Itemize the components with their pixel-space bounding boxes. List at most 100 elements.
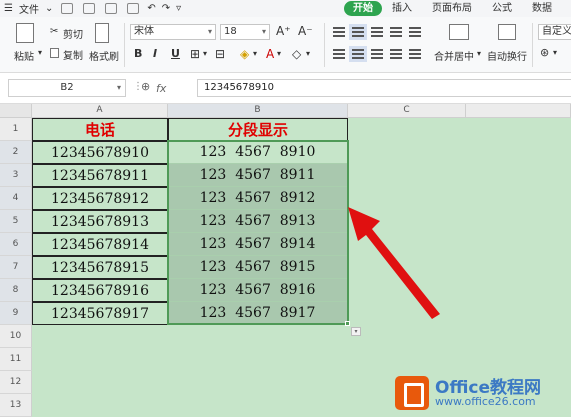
cell-b3[interactable]: 123 4567 8911 (168, 164, 348, 187)
copy-icon[interactable] (50, 48, 59, 58)
cell-b4[interactable]: 123 4567 8912 (168, 187, 348, 210)
merge-center-button[interactable]: 合并居中 (434, 48, 474, 63)
zoom-icon[interactable]: ⊕ (141, 80, 150, 93)
bold-button[interactable]: B (134, 47, 142, 60)
cell-a5[interactable]: 12345678913 (32, 210, 168, 233)
currency-icon[interactable]: ⊛ (540, 46, 549, 59)
export-icon[interactable] (127, 3, 140, 14)
cell-a7[interactable]: 12345678915 (32, 256, 168, 279)
cut-icon[interactable]: ✂ (50, 26, 58, 37)
currency-chevron-icon[interactable]: ▾ (553, 48, 557, 57)
column-header-d[interactable] (466, 104, 571, 118)
font-color-icon[interactable]: A (266, 47, 274, 61)
tab-data[interactable]: 数据 (522, 1, 562, 16)
row-header[interactable]: 3 (0, 164, 32, 187)
row-header[interactable]: 5 (0, 210, 32, 233)
wrap-text-icon[interactable] (498, 24, 516, 40)
merge-center-chevron-icon[interactable]: ▾ (477, 49, 481, 58)
increase-font-icon[interactable]: A⁺ (276, 24, 291, 38)
borders-icon[interactable]: ⊞ (190, 47, 200, 61)
align-orientation-icon[interactable] (390, 27, 402, 37)
merge-center-icon[interactable] (449, 24, 469, 40)
format-painter-button[interactable]: 格式刷 (89, 48, 119, 63)
number-format-select[interactable]: 自定义 (538, 24, 571, 40)
distributed-icon[interactable] (409, 49, 421, 59)
font-size-value: 18 (224, 26, 237, 37)
font-color-chevron-icon[interactable]: ▾ (277, 49, 281, 58)
justify-icon[interactable] (390, 49, 402, 59)
wrap-text-button[interactable]: 自动换行 (487, 48, 527, 63)
row-header[interactable]: 11 (0, 348, 32, 371)
cell-a8[interactable]: 12345678916 (32, 279, 168, 302)
name-box[interactable]: B2 ▾ (8, 79, 126, 97)
tab-page-layout[interactable]: 页面布局 (422, 1, 482, 16)
file-menu-chevron-icon[interactable]: ⌄ (45, 3, 53, 14)
font-name-select[interactable]: 宋体 ▾ (130, 24, 216, 40)
cell-b6[interactable]: 123 4567 8914 (168, 233, 348, 256)
tab-home[interactable]: 开始 (344, 1, 382, 16)
column-header-b[interactable]: B (168, 104, 348, 118)
tab-formulas[interactable]: 公式 (482, 1, 522, 16)
align-middle-icon[interactable] (349, 24, 367, 40)
indent-icon[interactable] (409, 27, 421, 37)
row-header[interactable]: 2 (0, 141, 32, 164)
align-top-icon[interactable] (333, 27, 345, 37)
cell-b7[interactable]: 123 4567 8915 (168, 256, 348, 279)
cell-a3[interactable]: 12345678911 (32, 164, 168, 187)
row-header[interactable]: 10 (0, 325, 32, 348)
row-header[interactable]: 13 (0, 394, 32, 417)
file-menu[interactable]: 文件 (19, 1, 39, 16)
cell-b5[interactable]: 123 4567 8913 (168, 210, 348, 233)
select-all-corner[interactable] (0, 104, 32, 118)
print-icon[interactable] (83, 3, 96, 14)
cell-b8[interactable]: 123 4567 8916 (168, 279, 348, 302)
row-header[interactable]: 1 (0, 118, 32, 141)
cell-b1[interactable]: 分段显示 (168, 118, 348, 141)
formula-input[interactable]: 12345678910 (197, 79, 571, 97)
cell-b2[interactable]: 123 4567 8910 (168, 141, 348, 164)
underline-button[interactable]: U (171, 47, 180, 60)
row-header[interactable]: 9 (0, 302, 32, 325)
paste-button[interactable]: 粘贴 (14, 48, 34, 63)
align-center-icon[interactable] (349, 46, 367, 62)
cell-b9[interactable]: 123 4567 8917 (168, 302, 348, 325)
cut-button[interactable]: 剪切 (63, 26, 83, 41)
quick-access-chevron-icon[interactable]: ▿ (176, 3, 181, 14)
copy-button[interactable]: 复制 (63, 47, 83, 62)
align-bottom-icon[interactable] (371, 27, 383, 37)
tab-insert[interactable]: 插入 (382, 1, 422, 16)
insert-function-icon[interactable]: fx (156, 82, 166, 95)
cell-a1[interactable]: 电话 (32, 118, 168, 141)
column-header-a[interactable]: A (32, 104, 168, 118)
clear-format-icon[interactable]: ◇ (292, 47, 301, 61)
align-left-icon[interactable] (333, 49, 345, 59)
cell-a4[interactable]: 12345678912 (32, 187, 168, 210)
print-preview-icon[interactable] (105, 3, 118, 14)
clear-format-chevron-icon[interactable]: ▾ (306, 49, 310, 58)
undo-icon[interactable]: ↶ (147, 3, 155, 14)
format-painter-icon[interactable] (95, 23, 109, 43)
cell-style-icon[interactable]: ⊟ (215, 47, 225, 61)
cell-a6[interactable]: 12345678914 (32, 233, 168, 256)
cell-a2[interactable]: 12345678910 (32, 141, 168, 164)
row-header[interactable]: 8 (0, 279, 32, 302)
decrease-font-icon[interactable]: A⁻ (298, 24, 313, 38)
fill-color-chevron-icon[interactable]: ▾ (253, 49, 257, 58)
row-header[interactable]: 12 (0, 371, 32, 394)
column-header-c[interactable]: C (348, 104, 466, 118)
row-header[interactable]: 6 (0, 233, 32, 256)
borders-chevron-icon[interactable]: ▾ (203, 49, 207, 58)
redo-icon[interactable]: ↷ (162, 3, 170, 14)
row-header[interactable]: 7 (0, 256, 32, 279)
font-size-select[interactable]: 18 ▾ (220, 24, 270, 40)
paste-options-icon[interactable]: ▾ (351, 327, 361, 336)
paste-icon[interactable] (16, 23, 34, 43)
paste-chevron-icon[interactable]: ▾ (38, 48, 42, 57)
cell-a9[interactable]: 12345678917 (32, 302, 168, 325)
hamburger-icon[interactable]: ☰ (4, 3, 13, 14)
save-icon[interactable] (61, 3, 74, 14)
row-header[interactable]: 4 (0, 187, 32, 210)
align-right-icon[interactable] (371, 49, 383, 59)
fill-color-icon[interactable]: ◈ (240, 47, 249, 61)
italic-button[interactable]: I (153, 47, 157, 60)
